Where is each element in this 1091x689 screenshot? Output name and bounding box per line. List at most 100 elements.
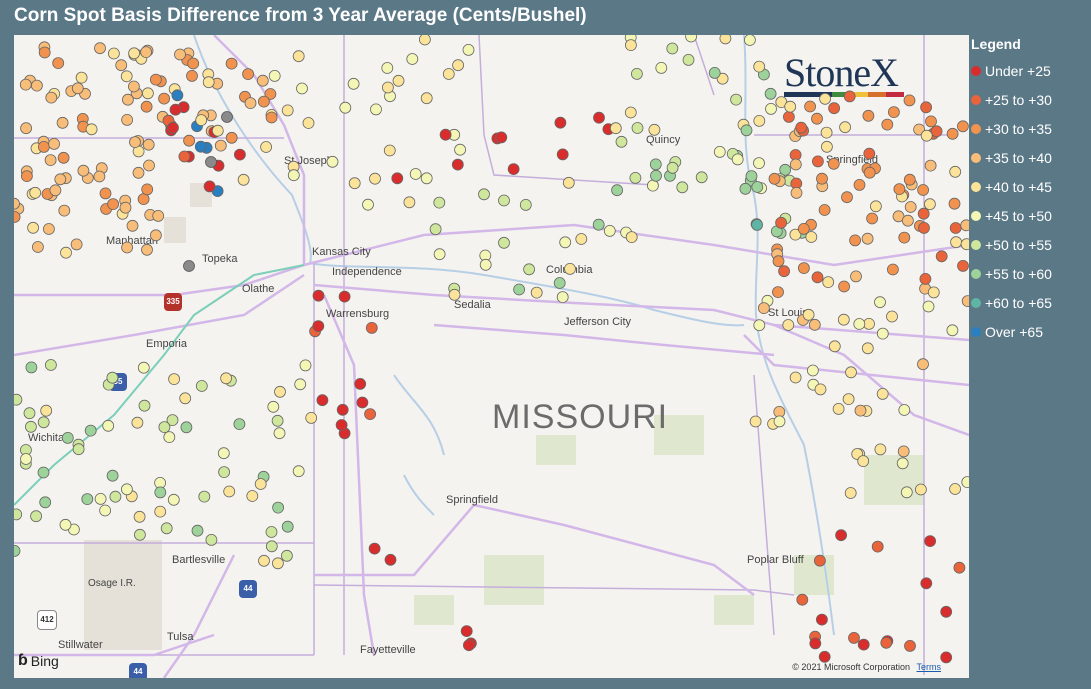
basis-marker[interactable] xyxy=(347,77,360,90)
basis-marker[interactable] xyxy=(811,271,824,284)
basis-marker[interactable] xyxy=(797,222,810,235)
basis-marker[interactable] xyxy=(845,366,857,379)
basis-marker[interactable] xyxy=(498,236,510,249)
basis-marker[interactable] xyxy=(838,280,850,293)
basis-marker[interactable] xyxy=(179,392,192,405)
basis-marker[interactable] xyxy=(841,191,853,204)
basis-marker[interactable] xyxy=(233,148,246,161)
basis-marker[interactable] xyxy=(902,214,914,227)
basis-marker[interactable] xyxy=(198,490,211,503)
basis-marker[interactable] xyxy=(554,116,567,129)
basis-marker[interactable] xyxy=(94,492,107,505)
basis-marker[interactable] xyxy=(381,81,394,94)
basis-marker[interactable] xyxy=(853,178,866,191)
basis-marker[interactable] xyxy=(897,445,910,458)
basis-marker[interactable] xyxy=(128,80,140,93)
basis-marker[interactable] xyxy=(14,393,23,406)
basis-marker[interactable] xyxy=(507,163,520,176)
basis-marker[interactable] xyxy=(140,46,153,59)
basis-marker[interactable] xyxy=(233,418,246,431)
basis-marker[interactable] xyxy=(708,67,721,79)
basis-marker[interactable] xyxy=(615,135,628,148)
basis-marker[interactable] xyxy=(816,172,828,185)
basis-marker[interactable] xyxy=(312,289,325,302)
basis-marker[interactable] xyxy=(280,549,293,562)
basis-marker[interactable] xyxy=(218,466,231,479)
basis-marker[interactable] xyxy=(140,100,153,113)
basis-marker[interactable] xyxy=(106,371,119,384)
basis-marker[interactable] xyxy=(336,403,349,416)
basis-marker[interactable] xyxy=(370,103,382,116)
basis-marker[interactable] xyxy=(915,483,927,496)
basis-marker[interactable] xyxy=(903,173,916,186)
basis-marker[interactable] xyxy=(924,198,936,211)
basis-marker[interactable] xyxy=(429,223,442,236)
basis-marker[interactable] xyxy=(167,493,180,506)
basis-marker[interactable] xyxy=(392,74,405,87)
basis-marker[interactable] xyxy=(927,286,940,299)
basis-marker[interactable] xyxy=(43,223,55,235)
basis-marker[interactable] xyxy=(163,431,176,444)
basis-marker[interactable] xyxy=(685,35,697,43)
basis-marker[interactable] xyxy=(14,508,23,521)
basis-marker[interactable] xyxy=(773,415,786,428)
basis-marker[interactable] xyxy=(837,313,850,326)
basis-marker[interactable] xyxy=(814,383,827,396)
basis-marker[interactable] xyxy=(99,187,112,200)
basis-marker[interactable] xyxy=(20,170,33,183)
basis-marker[interactable] xyxy=(20,122,33,135)
legend-item[interactable]: +50 to +55 xyxy=(971,230,1089,259)
basis-marker[interactable] xyxy=(134,528,146,541)
basis-marker[interactable] xyxy=(564,262,576,275)
basis-marker[interactable] xyxy=(225,131,238,144)
basis-marker[interactable] xyxy=(857,455,870,468)
basis-marker[interactable] xyxy=(126,219,139,232)
basis-marker[interactable] xyxy=(137,361,150,374)
basis-marker[interactable] xyxy=(827,157,840,170)
basis-marker[interactable] xyxy=(362,198,374,211)
basis-marker[interactable] xyxy=(58,204,71,217)
basis-marker[interactable] xyxy=(37,416,50,429)
basis-marker[interactable] xyxy=(221,111,233,123)
basis-marker[interactable] xyxy=(138,399,151,412)
basis-marker[interactable] xyxy=(802,308,815,321)
basis-marker[interactable] xyxy=(406,53,419,65)
basis-marker[interactable] xyxy=(513,283,526,296)
basis-marker[interactable] xyxy=(553,277,566,289)
basis-marker[interactable] xyxy=(195,380,208,392)
legend-item[interactable]: +30 to +35 xyxy=(971,114,1089,143)
basis-marker[interactable] xyxy=(920,577,933,590)
basis-marker[interactable] xyxy=(121,114,133,126)
basis-marker[interactable] xyxy=(849,234,861,247)
basis-marker[interactable] xyxy=(274,385,286,398)
basis-marker[interactable] xyxy=(903,94,916,107)
basis-marker[interactable] xyxy=(730,93,742,106)
basis-marker[interactable] xyxy=(294,378,307,391)
basis-marker[interactable] xyxy=(272,501,285,514)
basis-marker[interactable] xyxy=(178,150,191,163)
basis-marker[interactable] xyxy=(273,427,286,440)
basis-marker[interactable] xyxy=(862,109,875,122)
basis-marker[interactable] xyxy=(72,443,85,456)
basis-marker[interactable] xyxy=(751,181,764,193)
basis-marker[interactable] xyxy=(789,371,802,384)
basis-marker[interactable] xyxy=(863,147,876,160)
basis-marker[interactable] xyxy=(924,159,937,172)
basis-marker[interactable] xyxy=(205,156,217,168)
basis-marker[interactable] xyxy=(223,485,236,498)
legend-item[interactable]: +40 to +45 xyxy=(971,172,1089,201)
basis-marker[interactable] xyxy=(57,151,70,164)
basis-marker[interactable] xyxy=(559,236,572,249)
basis-marker[interactable] xyxy=(316,394,329,407)
basis-marker[interactable] xyxy=(296,82,308,95)
basis-marker[interactable] xyxy=(778,265,790,278)
legend-item[interactable]: +35 to +40 xyxy=(971,143,1089,172)
basis-marker[interactable] xyxy=(772,255,785,268)
basis-marker[interactable] xyxy=(160,522,173,535)
basis-marker[interactable] xyxy=(789,158,802,171)
basis-marker[interactable] xyxy=(898,231,911,244)
basis-marker[interactable] xyxy=(183,260,195,272)
basis-marker[interactable] xyxy=(220,372,233,385)
basis-marker[interactable] xyxy=(287,169,300,182)
basis-marker[interactable] xyxy=(870,200,882,213)
